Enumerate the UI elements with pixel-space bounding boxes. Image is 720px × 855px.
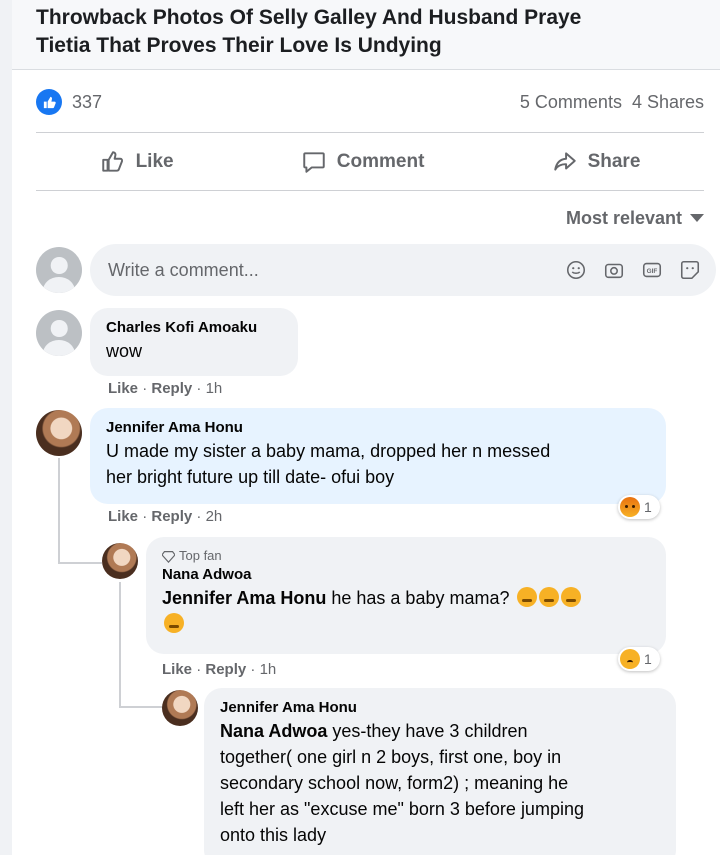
reply-author[interactable]: Nana Adwoa [162,565,650,585]
thread-line [58,458,60,564]
comment-time[interactable]: 1h [206,380,223,397]
sad-reaction-icon [620,649,640,669]
reply-text-line-1: yes-they have 3 children [332,721,528,741]
reaction-count: 1 [644,651,652,667]
sticker-icon[interactable] [678,258,702,282]
emoji-icon[interactable] [564,258,588,282]
comment-bubble: Charles Kofi Amoaku wow [90,308,298,376]
comment-author[interactable]: Charles Kofi Amoaku [106,318,282,338]
grimace-emoji-icon [164,613,184,633]
mention-link[interactable]: Jennifer Ama Honu [162,588,326,608]
like-badge-icon [36,89,62,115]
shares-count[interactable]: 4 Shares [632,92,704,113]
comment-text-line-1: U made my sister a baby mama, dropped he… [106,441,551,461]
caret-down-icon [690,214,704,222]
comment-like-link[interactable]: Like [108,380,138,397]
thumbs-up-icon [101,151,123,172]
gif-icon[interactable]: GIF [640,258,664,282]
like-button[interactable]: Like [100,149,174,175]
reply-text-line-3: secondary school now, form2) ; meaning h… [220,773,569,793]
reply-bubble: Jennifer Ama Honu Nana Adwoa yes-they ha… [204,688,676,855]
comment-meta: Like · Reply · 1h [108,380,223,397]
comment-text: wow [106,341,143,361]
avatar[interactable] [36,310,82,356]
thread-line [58,562,102,564]
reply-text-body: he has a baby mama? [331,588,510,608]
thread-line [119,582,121,708]
comment-icon [303,152,325,173]
reply-text-line-4: left her as "excuse me" born 3 before ju… [220,799,584,819]
top-fan-badge: Top fan [162,547,650,565]
grimace-emoji-icon [516,587,537,607]
thread-line [119,706,163,708]
divider [36,190,704,191]
comment-author[interactable]: Jennifer Ama Honu [106,418,650,438]
like-count[interactable]: 337 [36,89,102,115]
comment-text-line-2: her bright future up till date- ofui boy [106,467,395,487]
reaction-count: 1 [644,499,652,515]
grimace-emoji-icon [560,587,581,607]
sort-label: Most relevant [565,207,682,228]
svg-text:GIF: GIF [647,268,658,275]
post-title-line-1: Throwback Photos Of Selly Galley And Hus… [36,6,582,29]
comment-button-label: Comment [336,151,425,172]
divider [36,132,704,133]
top-fan-label: Top fan [179,548,222,563]
current-user-avatar[interactable] [36,247,82,293]
reaction-summary[interactable]: 1 [618,495,660,519]
mention-link[interactable]: Nana Adwoa [220,721,327,741]
camera-icon[interactable] [602,258,626,282]
angry-reaction-icon [620,497,640,517]
avatar[interactable] [102,543,138,579]
post-stats: 337 5 Comments 4 Shares [36,86,704,118]
reply-text: Jennifer Ama Honu he has a baby mama? [162,585,650,637]
post-title[interactable]: Throwback Photos Of Selly Galley And Hus… [12,0,720,70]
comment-button[interactable]: Comment [301,149,425,175]
reaction-summary[interactable]: 1 [618,647,660,671]
comment-reply-link[interactable]: Reply [151,380,192,397]
reply-text-line-5: onto this lady [220,825,327,845]
reply-author[interactable]: Jennifer Ama Honu [220,698,660,718]
post-card: Throwback Photos Of Selly Galley And Hus… [12,0,720,855]
reply-reply-link[interactable]: Reply [205,661,246,678]
reply-text: Nana Adwoa yes-they have 3 children [220,718,660,744]
reply-like-link[interactable]: Like [162,661,192,678]
diamond-icon [162,550,175,563]
share-button-label: Share [587,151,641,172]
comment-like-link[interactable]: Like [108,508,138,525]
reply-time[interactable]: 1h [260,661,277,678]
comment-meta: Like · Reply · 2h [108,508,223,525]
reply-meta: Like · Reply · 1h [162,661,277,678]
reply-bubble: Top fan Nana Adwoa Jennifer Ama Honu he … [146,537,666,654]
comment-reply-link[interactable]: Reply [151,508,192,525]
post-title-line-2: Tietia That Proves Their Love Is Undying [36,34,442,57]
comment-input-placeholder: Write a comment... [108,259,259,280]
like-count-text: 337 [72,91,103,112]
sort-dropdown[interactable]: Most relevant [566,204,704,232]
comment-time[interactable]: 2h [206,508,223,525]
avatar[interactable] [162,690,198,726]
avatar[interactable] [36,410,82,456]
share-arrow-icon [553,152,576,171]
comments-count[interactable]: 5 Comments [520,92,622,113]
like-button-label: Like [135,151,174,172]
post-actions: Like Comment Share [36,134,704,190]
share-button[interactable]: Share [552,149,641,175]
reply-text-line-2: together( one girl n 2 boys, first one, … [220,747,562,767]
grimace-emoji-icon [538,587,559,607]
comment-bubble: Jennifer Ama Honu U made my sister a bab… [90,408,666,504]
comment-input[interactable]: Write a comment... GIF [90,244,716,296]
